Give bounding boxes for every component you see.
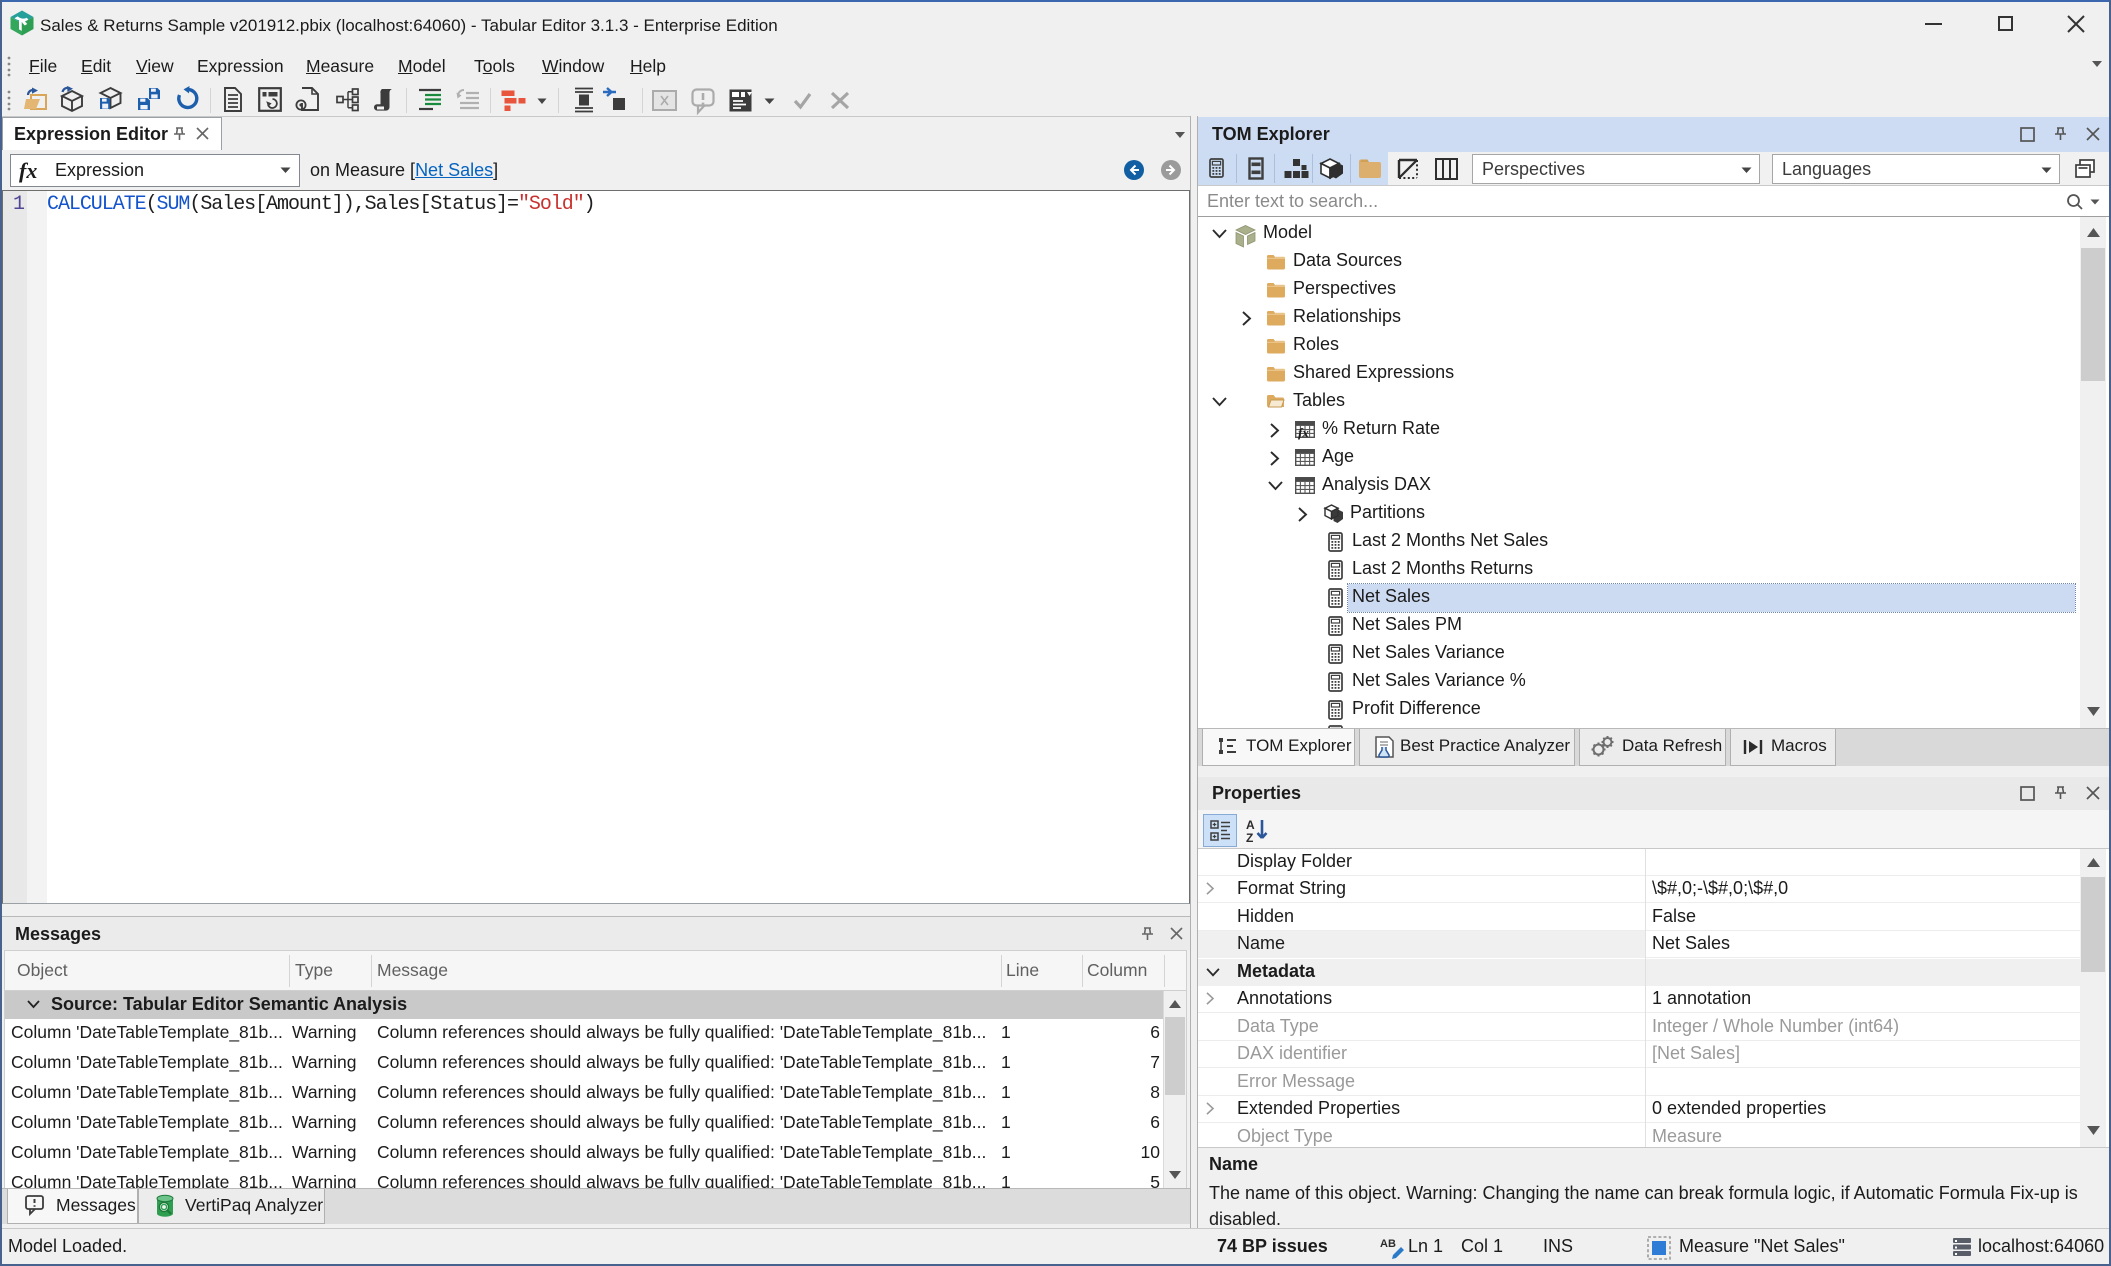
svg-text:A: A (1246, 818, 1255, 832)
svg-text:Z: Z (1246, 831, 1253, 845)
svg-text:AB: AB (1380, 1238, 1396, 1250)
